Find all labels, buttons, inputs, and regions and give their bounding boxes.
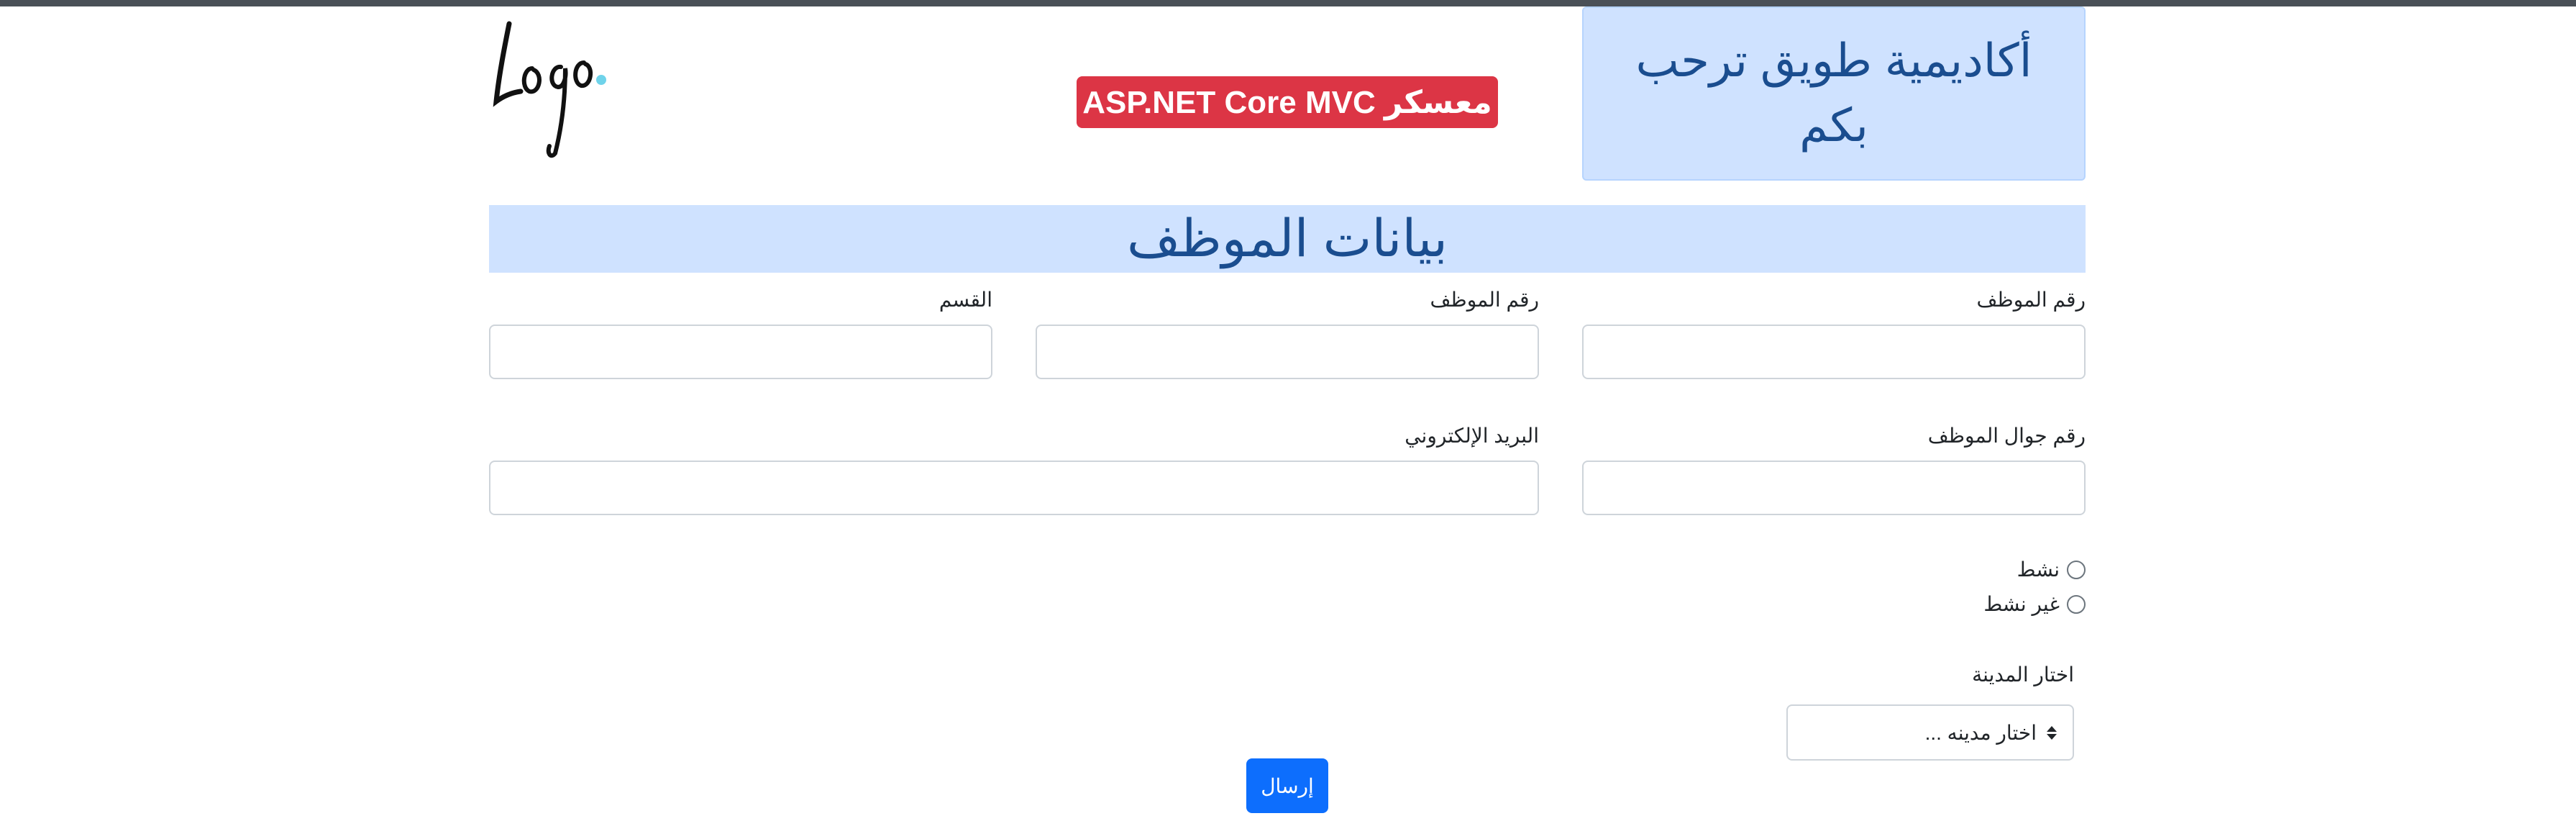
employee-number-2-label: رقم الموظف bbox=[1430, 289, 1539, 311]
select-caret-icon bbox=[2047, 725, 2057, 740]
section-title: بيانات الموظف bbox=[1126, 210, 1448, 268]
academy-welcome-box: أكاديمية طويق ترحب بكم bbox=[1582, 6, 2086, 181]
city-selected-value: اختار مدينه ... bbox=[1924, 721, 2037, 744]
city-label: اختار المدينة bbox=[1972, 663, 2074, 686]
top-border-bar bbox=[0, 0, 2576, 6]
radio-circle-icon[interactable] bbox=[2067, 595, 2086, 614]
mobile-field: رقم جوال الموظف bbox=[1582, 425, 2086, 515]
employee-number-input[interactable] bbox=[1582, 325, 2086, 379]
bootcamp-badge: معسكر ASP.NET Core MVC bbox=[1077, 76, 1498, 128]
email-input[interactable] bbox=[489, 461, 1539, 515]
department-field: القسم bbox=[489, 289, 992, 379]
mobile-label: رقم جوال الموظف bbox=[1927, 425, 2086, 447]
employee-number-2-field: رقم الموظف bbox=[1036, 289, 1539, 379]
mobile-input[interactable] bbox=[1582, 461, 2086, 515]
employee-number-2-input[interactable] bbox=[1036, 325, 1539, 379]
page-container: أكاديمية طويق ترحب بكم معسكر ASP.NET Cor… bbox=[489, 6, 2086, 834]
academy-title: أكاديمية طويق ترحب بكم bbox=[1635, 35, 2032, 151]
logo bbox=[489, 17, 611, 160]
status-active-label: نشط bbox=[2017, 558, 2060, 581]
status-inactive-label: غير نشط bbox=[1983, 593, 2060, 615]
employee-number-label: رقم الموظف bbox=[1976, 289, 2086, 311]
status-radio-active[interactable]: نشط bbox=[2017, 558, 2086, 582]
employee-data-heading-bar: بيانات الموظف bbox=[489, 205, 2086, 273]
city-select[interactable]: اختار مدينه ... bbox=[1786, 704, 2074, 761]
email-field: البريد الإلكتروني bbox=[489, 425, 1539, 515]
submit-button[interactable]: إرسال bbox=[1246, 758, 1328, 813]
employee-number-field: رقم الموظف bbox=[1582, 289, 2086, 379]
logo-icon bbox=[493, 21, 606, 158]
department-label: القسم bbox=[938, 289, 992, 311]
status-radio-inactive[interactable]: غير نشط bbox=[1983, 592, 2086, 617]
department-input[interactable] bbox=[489, 325, 992, 379]
radio-circle-icon[interactable] bbox=[2067, 561, 2086, 579]
email-label: البريد الإلكتروني bbox=[1405, 425, 1539, 447]
